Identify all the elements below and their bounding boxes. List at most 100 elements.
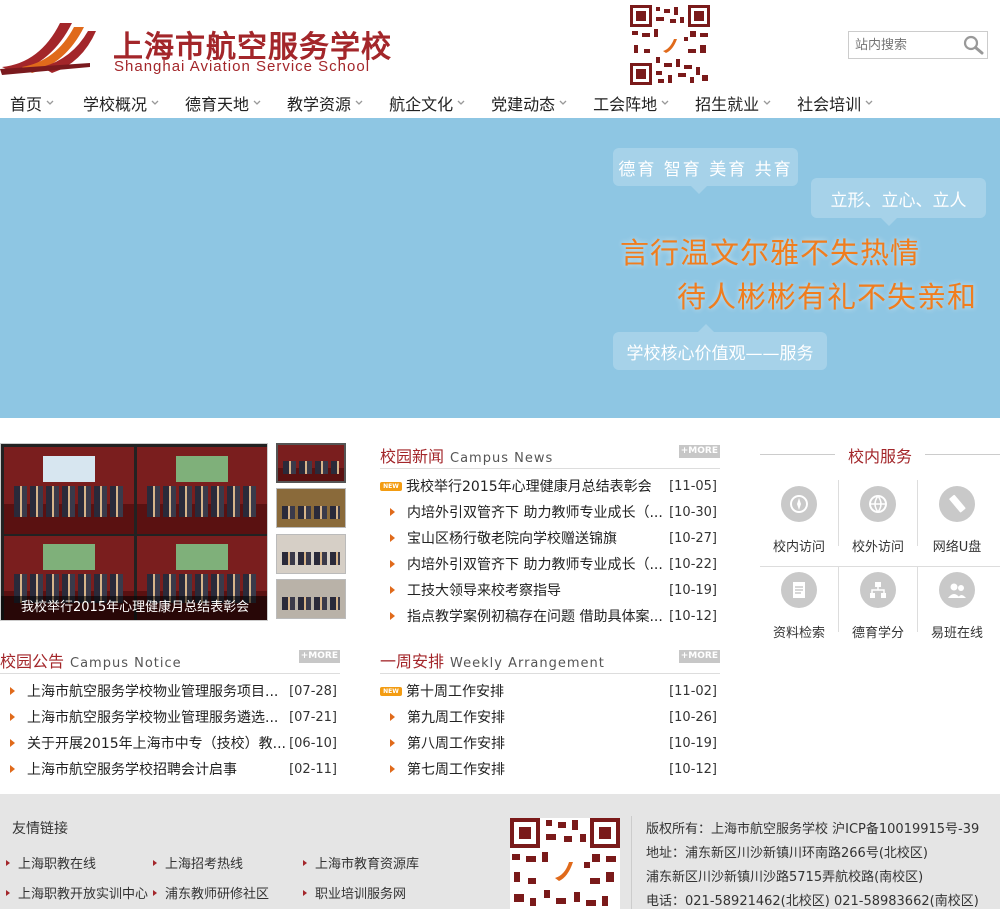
nav-item-admissions[interactable]: 招生就业	[695, 88, 771, 118]
gallery-thumbnail[interactable]	[276, 579, 346, 619]
gallery-caption[interactable]: 我校举行2015年心理健康月总结表彰会	[1, 596, 267, 620]
banner-bubble-education: 德育 智育 美育 共育	[613, 148, 798, 194]
service-label: 德育学分	[851, 626, 904, 641]
news-item[interactable]: NEW 我校举行2015年心理健康月总结表彰会 [11-05]	[380, 473, 717, 499]
news-date: [11-05]	[669, 478, 717, 494]
news-item[interactable]: 宝山区杨行敬老院向学校赠送锦旗 [10-27]	[380, 525, 717, 551]
friend-link[interactable]: 上海职教在线	[6, 853, 96, 872]
news-more-button[interactable]: +MORE	[678, 445, 720, 458]
footer-phone: 电话：021-58921462(北校区) 021-58983662(南校区)	[646, 894, 979, 909]
section-subtitle: Campus Notice	[70, 656, 182, 671]
news-item[interactable]: 内培外引双管齐下 助力教师专业成长（... [10-22]	[380, 551, 717, 577]
weekly-more-button[interactable]: +MORE	[678, 650, 720, 663]
arrow-bullet-icon	[390, 508, 395, 516]
news-item[interactable]: 工技大领导来校考察指导 [10-19]	[380, 577, 717, 603]
new-badge: NEW	[380, 481, 402, 491]
weekly-title: 第七周工作安排	[407, 762, 505, 778]
service-document-search[interactable]: 资料检索	[760, 566, 838, 646]
school-logo[interactable]: 上海市航空服务学校 Shanghai Aviation Service Scho…	[0, 10, 391, 80]
main-nav: 首页 学校概况 德育天地 教学资源 航企文化 党建动态 工会阵地 招生就业 社会…	[0, 88, 1000, 118]
news-date: [10-12]	[669, 608, 717, 624]
banner-bubble-values: 立形、立心、立人	[811, 178, 986, 226]
friend-link[interactable]: 上海招考热线	[153, 853, 243, 872]
hero-banner[interactable]: 德育 智育 美育 共育 立形、立心、立人 言行温文尔雅不失热情 待人彬彬有礼不失…	[0, 118, 1000, 418]
arrow-bullet-icon	[390, 612, 395, 620]
weekly-item[interactable]: 第七周工作安排 [10-12]	[380, 756, 717, 782]
nav-item-about[interactable]: 学校概况	[83, 88, 159, 118]
friend-link-label: 浦东教师研修社区	[165, 887, 270, 902]
nav-item-moral-education[interactable]: 德育天地	[185, 88, 261, 118]
notice-more-button[interactable]: +MORE	[298, 650, 340, 663]
service-yiban-online[interactable]: 易班在线	[918, 566, 996, 646]
friend-link-label: 职业培训服务网	[315, 887, 407, 902]
chevron-down-icon	[661, 100, 669, 105]
nav-item-party-news[interactable]: 党建动态	[491, 88, 567, 118]
friend-link-label: 上海职教开放实训中心	[18, 887, 149, 902]
service-external-access[interactable]: 校外访问	[839, 480, 917, 560]
nav-item-airline-culture[interactable]: 航企文化	[389, 88, 465, 118]
campus-notice-list: 上海市航空服务学校物业管理服务项目... [07-28] 上海市航空服务学校物业管…	[0, 678, 337, 782]
weekly-item[interactable]: 第八周工作安排 [10-19]	[380, 730, 717, 756]
notice-title: 上海市航空服务学校物业管理服务项目...	[27, 684, 279, 700]
notice-item[interactable]: 关于开展2015年上海市中专（技校）教... [06-10]	[0, 730, 337, 756]
notice-title: 上海市航空服务学校招聘会计启事	[27, 762, 237, 778]
footer-copyright: 版权所有：上海市航空服务学校 沪ICP备10019915号-39	[646, 822, 980, 837]
news-title: 指点教学案例初稿存在问题 借助具体案...	[407, 609, 663, 625]
search-icon	[963, 35, 984, 55]
nav-item-label: 航企文化	[389, 95, 454, 114]
gallery-photo	[4, 447, 134, 534]
news-item[interactable]: 指点教学案例初稿存在问题 借助具体案... [10-12]	[380, 603, 717, 629]
nav-item-union[interactable]: 工会阵地	[593, 88, 669, 118]
notice-date: [07-21]	[289, 709, 337, 725]
campus-news-header: 校园新闻 Campus News +MORE	[380, 443, 720, 469]
notice-item[interactable]: 上海市航空服务学校招聘会计启事 [02-11]	[0, 756, 337, 782]
photo-gallery[interactable]: 我校举行2015年心理健康月总结表彰会	[0, 443, 268, 621]
news-title: 内培外引双管齐下 助力教师专业成长（...	[407, 557, 663, 573]
weekly-item[interactable]: 第九周工作安排 [10-26]	[380, 704, 717, 730]
chevron-down-icon	[559, 100, 567, 105]
notice-item[interactable]: 上海市航空服务学校物业管理服务遴选... [07-21]	[0, 704, 337, 730]
notice-item[interactable]: 上海市航空服务学校物业管理服务项目... [07-28]	[0, 678, 337, 704]
document-icon	[781, 572, 817, 608]
nav-item-label: 招生就业	[695, 95, 760, 114]
arrow-bullet-icon	[10, 713, 15, 721]
footer-qr-code	[510, 818, 620, 909]
nav-item-training[interactable]: 社会培训	[797, 88, 873, 118]
gallery-thumbnail[interactable]	[276, 534, 346, 574]
service-moral-credits[interactable]: 德育学分	[839, 566, 917, 646]
gallery-thumbnail[interactable]	[276, 443, 346, 483]
nav-item-teaching-resources[interactable]: 教学资源	[287, 88, 363, 118]
notice-title: 关于开展2015年上海市中专（技校）教...	[27, 736, 286, 752]
nav-item-home[interactable]: 首页	[10, 88, 54, 118]
search-input[interactable]	[849, 32, 959, 58]
section-title: 一周安排	[380, 652, 445, 671]
weekly-item[interactable]: NEW 第十周工作安排 [11-02]	[380, 678, 717, 704]
friend-link-label: 上海招考热线	[165, 857, 244, 872]
globe-icon	[860, 486, 896, 522]
service-label: 资料检索	[772, 626, 825, 641]
friend-link[interactable]: 浦东教师研修社区	[153, 883, 269, 902]
news-title: 内培外引双管齐下 助力教师专业成长（...	[407, 505, 663, 521]
arrow-bullet-icon	[10, 739, 15, 747]
site-header: 上海市航空服务学校 Shanghai Aviation Service Scho…	[0, 0, 1000, 90]
section-title: 校园新闻	[380, 447, 445, 466]
friend-link-label: 上海市教育资源库	[315, 857, 420, 872]
nav-item-label: 工会阵地	[593, 95, 658, 114]
friend-link[interactable]: 职业培训服务网	[303, 883, 406, 902]
gallery-thumbnail[interactable]	[276, 488, 346, 528]
banner-slogan-line1: 言行温文尔雅不失热情	[620, 236, 921, 270]
search-button[interactable]	[961, 34, 985, 56]
arrow-bullet-icon	[390, 739, 395, 747]
news-item[interactable]: 内培外引双管齐下 助力教师专业成长（... [10-30]	[380, 499, 717, 525]
friend-link[interactable]: 上海职教开放实训中心	[6, 883, 148, 902]
friend-link[interactable]: 上海市教育资源库	[303, 853, 419, 872]
chevron-down-icon	[457, 100, 465, 105]
service-network-drive[interactable]: 网络U盘	[918, 480, 996, 560]
arrow-bullet-icon	[390, 586, 395, 594]
weekly-date: [10-26]	[669, 709, 717, 725]
gallery-photo	[137, 447, 267, 534]
service-internal-access[interactable]: 校内访问	[760, 480, 838, 560]
service-label: 校外访问	[851, 540, 904, 555]
chevron-down-icon	[355, 100, 363, 105]
arrow-bullet-icon	[390, 534, 395, 542]
